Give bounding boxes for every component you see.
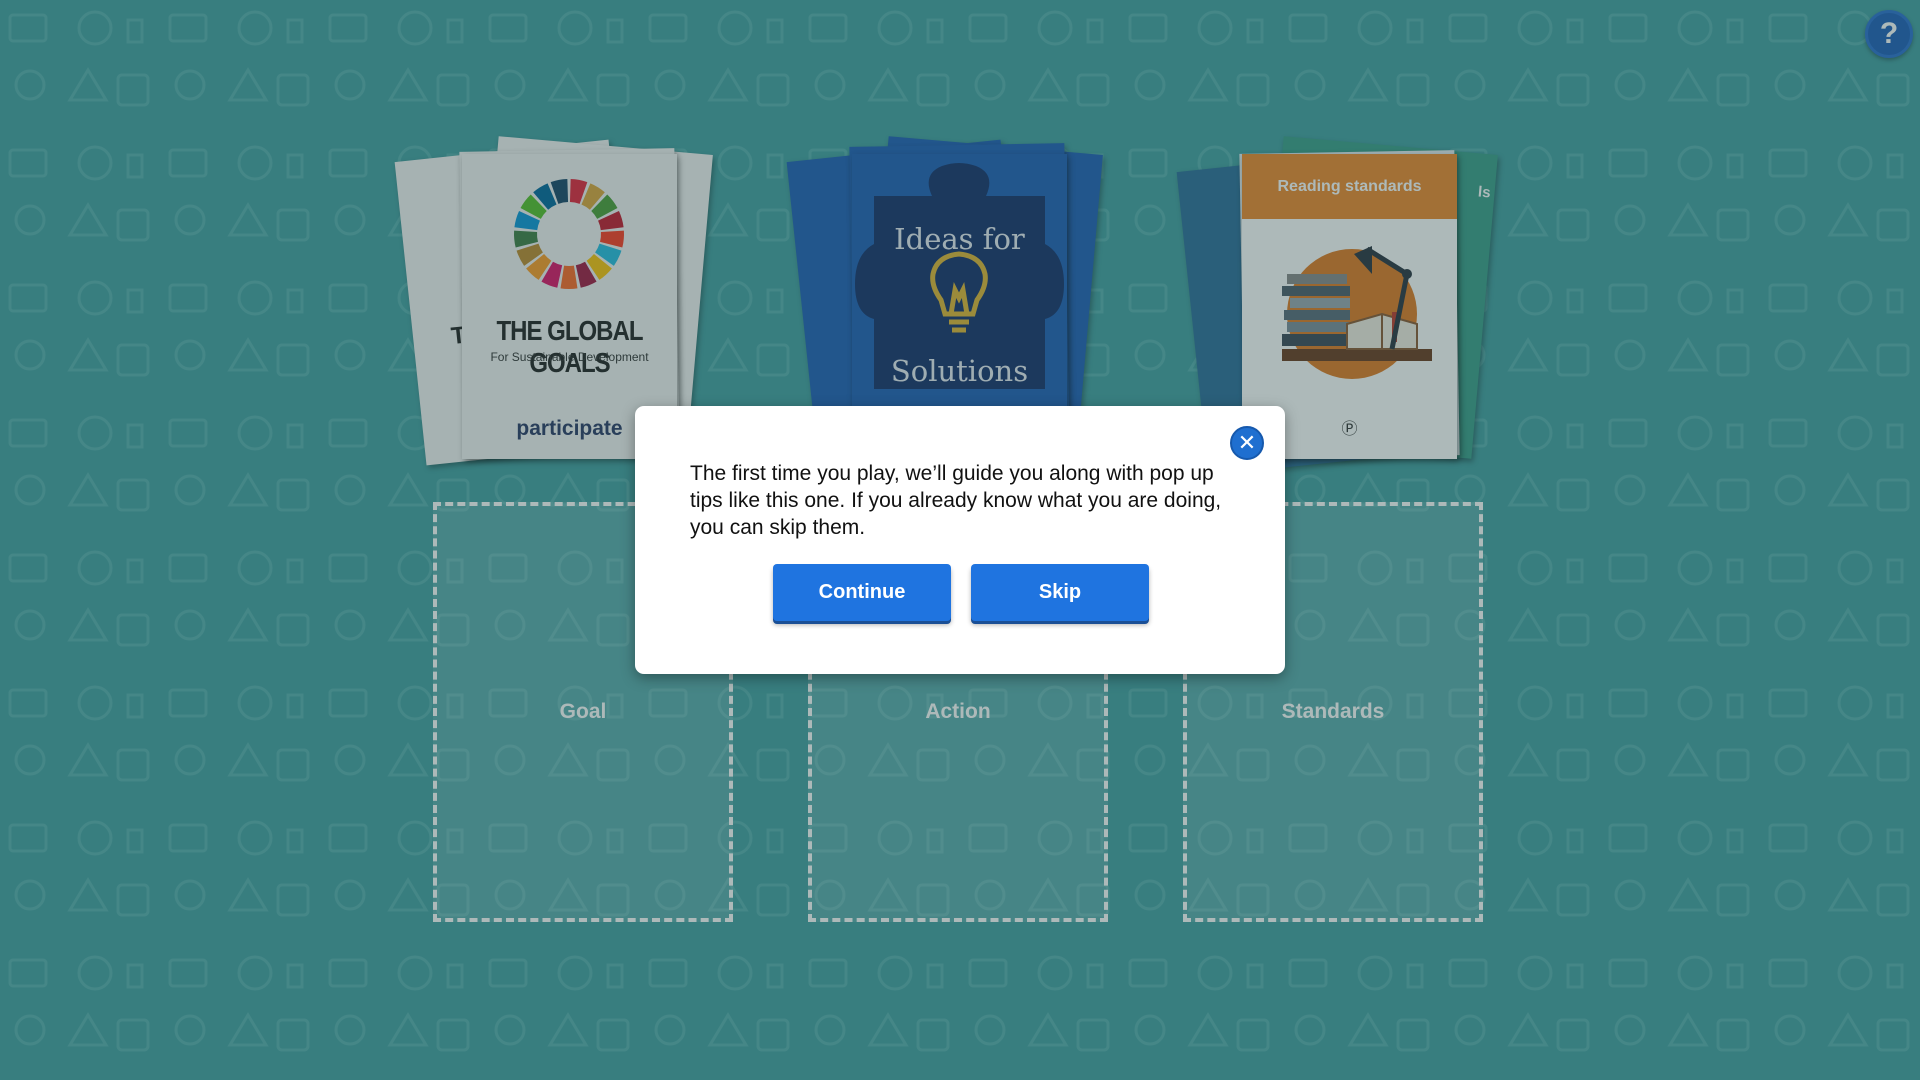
continue-button[interactable]: Continue: [773, 564, 951, 621]
dialog-message: The first time you play, we’ll guide you…: [690, 462, 1222, 539]
tips-dialog: ✕ The first time you play, we’ll guide y…: [635, 406, 1285, 674]
close-icon[interactable]: ✕: [1230, 426, 1264, 460]
skip-button[interactable]: Skip: [971, 564, 1149, 621]
